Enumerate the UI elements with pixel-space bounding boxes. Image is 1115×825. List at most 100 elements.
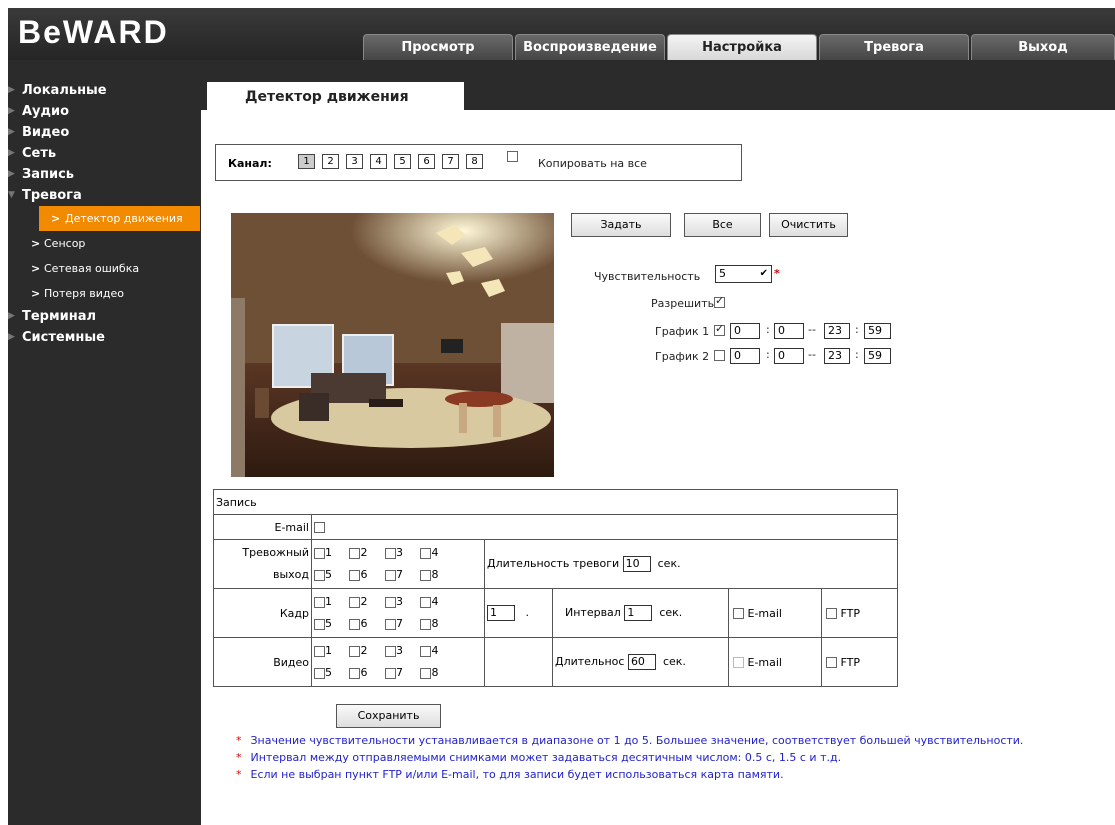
- channel-button-1[interactable]: 1: [298, 154, 315, 169]
- alarm-duration-input[interactable]: 10: [622, 556, 651, 572]
- schedule2-end-hour[interactable]: 23: [824, 348, 850, 364]
- interval-label: Интервал: [565, 606, 621, 619]
- triangle-right-icon: ▶: [8, 106, 15, 116]
- channel-button-7[interactable]: 7: [442, 154, 459, 169]
- video-duration-input[interactable]: 60: [627, 654, 656, 670]
- sidebar-item-alarm[interactable]: ▼ Тревога: [8, 185, 200, 206]
- all-button[interactable]: Все: [684, 213, 761, 237]
- copy-all-label: Копировать на все: [538, 157, 647, 170]
- channel-button-3[interactable]: 3: [346, 154, 363, 169]
- seconds-label: сек.: [662, 655, 686, 668]
- video-out-8-checkbox[interactable]: [420, 667, 432, 679]
- sidebar-item-terminal[interactable]: ▶ Терминал: [8, 306, 200, 327]
- email-checkbox[interactable]: [314, 522, 325, 533]
- frame-out-5-checkbox[interactable]: [314, 618, 325, 630]
- sidebar-item-network[interactable]: ▶ Сеть: [8, 143, 200, 164]
- tab-alarm[interactable]: Тревога: [819, 34, 969, 60]
- frame-count-input[interactable]: 1: [487, 605, 515, 621]
- range-separator: --: [808, 348, 816, 361]
- video-out-5-checkbox[interactable]: [314, 667, 325, 679]
- enable-checkbox[interactable]: [714, 294, 725, 308]
- app-frame: BeWARD Просмотр Воспроизведение Настройк…: [8, 8, 1115, 825]
- schedule1-start-hour[interactable]: 0: [730, 323, 760, 339]
- sidebar-item-video[interactable]: ▶ Видео: [8, 122, 200, 143]
- video-email-checkbox[interactable]: [733, 657, 744, 668]
- required-mark: *: [774, 267, 780, 280]
- frame-out-1-checkbox[interactable]: [314, 596, 325, 608]
- clear-button[interactable]: Очистить: [769, 213, 848, 237]
- sidebar-item-record[interactable]: ▶ Запись: [8, 164, 200, 185]
- alarm-out-2-checkbox[interactable]: [349, 547, 361, 559]
- frame-out-7-checkbox[interactable]: [384, 618, 396, 630]
- video-out-2-checkbox[interactable]: [349, 645, 361, 657]
- sidebar-sub-network-error[interactable]: > Сетевая ошибка: [8, 256, 200, 281]
- triangle-right-icon: ▶: [8, 85, 15, 95]
- enable-label: Разрешить: [651, 297, 715, 310]
- channel-button-6[interactable]: 6: [418, 154, 435, 169]
- frame-label: Кадр: [213, 588, 312, 638]
- frame-out-6-checkbox[interactable]: [349, 618, 361, 630]
- interval-input[interactable]: 1: [624, 605, 653, 621]
- note-star: *: [236, 734, 242, 747]
- sensitivity-select[interactable]: 5 ✔︎: [715, 265, 772, 283]
- schedule1-end-hour[interactable]: 23: [824, 323, 850, 339]
- frame-ftp-checkbox[interactable]: [826, 608, 837, 619]
- alarm-out-5-checkbox[interactable]: [314, 569, 325, 581]
- sidebar-sub-sensor[interactable]: > Сенсор: [8, 231, 200, 256]
- frame-out-2-checkbox[interactable]: [349, 596, 361, 608]
- channel-button-2[interactable]: 2: [322, 154, 339, 169]
- sidebar-item-audio[interactable]: ▶ Аудио: [8, 101, 200, 122]
- sidebar-sub-video-loss[interactable]: > Потеря видео: [8, 281, 200, 306]
- top-bar: BeWARD Просмотр Воспроизведение Настройк…: [8, 8, 1115, 60]
- sidebar-item-system[interactable]: ▶ Системные: [8, 327, 200, 348]
- video-out-4-checkbox[interactable]: [420, 645, 432, 657]
- alarm-out-7-checkbox[interactable]: [384, 569, 396, 581]
- save-button[interactable]: Сохранить: [336, 704, 441, 728]
- set-button[interactable]: Задать: [571, 213, 671, 237]
- copy-all-checkbox[interactable]: [507, 151, 518, 162]
- alarm-out-4-checkbox[interactable]: [420, 547, 432, 559]
- frame-email-checkbox[interactable]: [733, 608, 744, 619]
- frame-out-8-checkbox[interactable]: [420, 618, 432, 630]
- video-out-3-checkbox[interactable]: [384, 645, 396, 657]
- channel-button-4[interactable]: 4: [370, 154, 387, 169]
- chevron-right-icon: >: [51, 212, 61, 225]
- video-ftp-label: FTP: [840, 655, 861, 669]
- channel-button-8[interactable]: 8: [466, 154, 483, 169]
- triangle-right-icon: ▶: [8, 311, 15, 321]
- triangle-right-icon: ▶: [8, 127, 15, 137]
- video-duration-label: Длительнос: [555, 655, 625, 668]
- alarm-output-label: Тревожный выход: [213, 539, 312, 589]
- frame-out-3-checkbox[interactable]: [384, 596, 396, 608]
- schedule2-start-hour[interactable]: 0: [730, 348, 760, 364]
- page-title: Детектор движения: [207, 82, 464, 110]
- schedule2-checkbox[interactable]: [714, 350, 725, 361]
- channel-button-5[interactable]: 5: [394, 154, 411, 169]
- video-out-7-checkbox[interactable]: [384, 667, 396, 679]
- chevron-down-icon: ✔︎: [759, 268, 768, 279]
- frame-out-4-checkbox[interactable]: [420, 596, 432, 608]
- tab-exit[interactable]: Выход: [971, 34, 1115, 60]
- alarm-out-3-checkbox[interactable]: [384, 547, 396, 559]
- sidebar-sub-motion-detector[interactable]: > Детектор движения: [39, 206, 200, 231]
- tab-view[interactable]: Просмотр: [363, 34, 513, 60]
- schedule1-start-minute[interactable]: 0: [774, 323, 804, 339]
- video-ftp-checkbox[interactable]: [826, 657, 837, 668]
- time-separator: :: [766, 348, 770, 361]
- schedule1-checkbox[interactable]: [714, 322, 725, 336]
- sidebar-item-local[interactable]: ▶ Локальные: [8, 80, 200, 101]
- room-image: [231, 213, 554, 477]
- camera-preview[interactable]: [231, 213, 554, 477]
- schedule2-start-minute[interactable]: 0: [774, 348, 804, 364]
- alarm-out-6-checkbox[interactable]: [349, 569, 361, 581]
- record-header: Запись: [213, 489, 898, 515]
- schedule1-end-minute[interactable]: 59: [864, 323, 891, 339]
- video-out-1-checkbox[interactable]: [314, 645, 325, 657]
- tab-playback[interactable]: Воспроизведение: [515, 34, 665, 60]
- video-out-6-checkbox[interactable]: [349, 667, 361, 679]
- tab-settings[interactable]: Настройка: [667, 34, 817, 60]
- alarm-out-8-checkbox[interactable]: [420, 569, 432, 581]
- triangle-right-icon: ▶: [8, 169, 15, 179]
- schedule2-end-minute[interactable]: 59: [864, 348, 891, 364]
- alarm-out-1-checkbox[interactable]: [314, 547, 325, 559]
